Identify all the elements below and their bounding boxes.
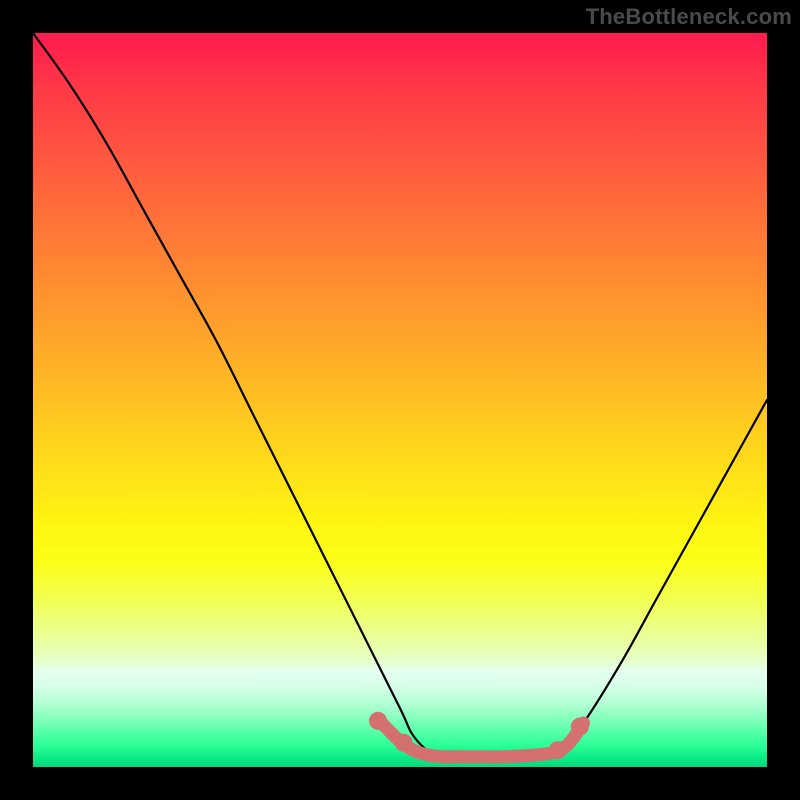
optimal-zone-dot bbox=[571, 718, 589, 736]
chart-frame: TheBottleneck.com bbox=[0, 0, 800, 800]
bottleneck-curve bbox=[33, 33, 767, 758]
curve-layer bbox=[33, 33, 767, 767]
optimal-zone-dot bbox=[369, 712, 387, 730]
plot-area bbox=[33, 33, 767, 767]
bottleneck-curve-svg bbox=[33, 33, 767, 767]
optimal-zone-dot bbox=[395, 734, 413, 752]
watermark-text: TheBottleneck.com bbox=[586, 4, 792, 30]
optimal-zone-dot bbox=[549, 741, 567, 759]
